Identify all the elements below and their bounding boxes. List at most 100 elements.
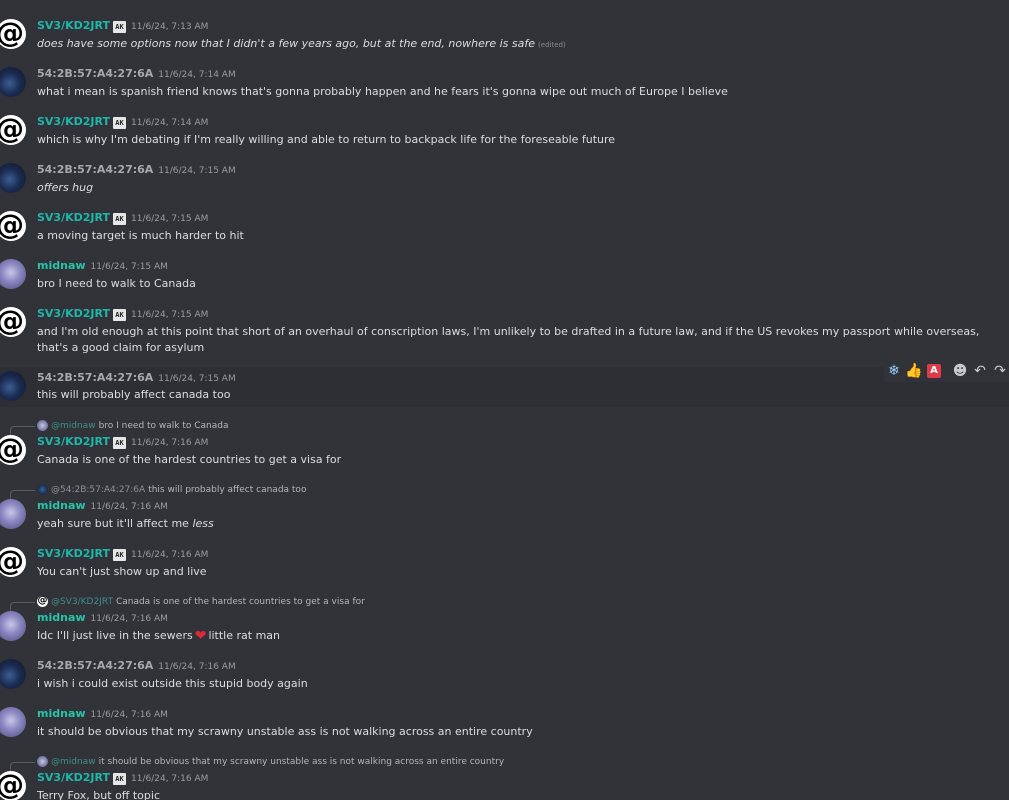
author-name[interactable]: midnaw <box>37 707 86 720</box>
avatar[interactable]: @ <box>0 771 26 800</box>
message-header: midnaw 11/6/24, 7:16 AM <box>37 611 168 627</box>
message-content: Idc I'll just live in the sewers <box>37 629 193 642</box>
message-text: a moving target is much harder to hit <box>37 229 244 242</box>
avatar[interactable] <box>0 163 26 193</box>
message-text: does have some options now that I didn't… <box>37 36 1002 53</box>
message-content: does have some options now that I didn't… <box>37 37 536 50</box>
reply-text: bro I need to walk to Canada <box>98 421 229 431</box>
heart-emoji-icon[interactable]: ❤ <box>195 629 207 643</box>
author-name[interactable]: SV3/KD2JRT <box>37 547 110 560</box>
timestamp: 11/6/24, 7:16 AM <box>158 662 236 672</box>
author-name[interactable]: SV3/KD2JRT <box>37 19 110 32</box>
message-text: You can't just show up and live <box>37 565 207 578</box>
timestamp: 11/6/24, 7:14 AM <box>131 118 209 128</box>
timestamp: 11/6/24, 7:16 AM <box>90 502 168 512</box>
a-letter-label: A <box>927 364 941 378</box>
author-name[interactable]: midnaw <box>37 499 86 512</box>
add-reaction-icon[interactable]: ☻ <box>950 361 970 381</box>
reply-content: @midnaw bro I need to walk to Canada <box>51 419 229 433</box>
reply-author[interactable]: @SV3/KD2JRT <box>51 597 113 607</box>
message: @ SV3/KD2JRT AK 11/6/24, 7:16 AM You can… <box>0 547 1009 587</box>
author-name[interactable]: SV3/KD2JRT <box>37 771 110 784</box>
reply-content: @54:2B:57:A4:27:6A this will probably aff… <box>51 483 306 497</box>
author-name[interactable]: 54:2B:57:A4:27:6A <box>37 659 153 672</box>
author-name[interactable]: SV3/KD2JRT <box>37 307 110 320</box>
author-name[interactable]: 54:2B:57:A4:27:6A <box>37 371 153 384</box>
thumbs-up-reaction-icon[interactable]: 👍 <box>904 361 924 381</box>
reply-preview[interactable]: @54:2B:57:A4:27:6A this will probably aff… <box>0 483 1009 501</box>
user-badge: AK <box>113 437 126 449</box>
author-name[interactable]: SV3/KD2JRT <box>37 115 110 128</box>
user-badge: AK <box>113 773 126 785</box>
author-name[interactable]: midnaw <box>37 611 86 624</box>
reply-author[interactable]: @midnaw <box>51 421 96 431</box>
message: @ SV3/KD2JRT AK 11/6/24, 7:16 AM Terry F… <box>0 771 1009 800</box>
message-header: SV3/KD2JRT AK 11/6/24, 7:16 AM <box>37 547 208 563</box>
message-header: midnaw 11/6/24, 7:15 AM <box>37 259 168 275</box>
author-name[interactable]: 54:2B:57:A4:27:6A <box>37 67 153 80</box>
avatar[interactable]: @ <box>0 435 26 465</box>
at-sign-icon: @ <box>0 771 24 799</box>
reply-preview[interactable]: @ @SV3/KD2JRT Canada is one of the hardes… <box>0 595 1009 613</box>
timestamp: 11/6/24, 7:15 AM <box>158 166 236 176</box>
timestamp: 11/6/24, 7:16 AM <box>90 710 168 720</box>
reply-icon[interactable]: ↶ <box>970 361 990 381</box>
message-header: 54:2B:57:A4:27:6A 11/6/24, 7:14 AM <box>37 67 236 83</box>
avatar[interactable] <box>0 659 26 689</box>
timestamp: 11/6/24, 7:16 AM <box>90 614 168 624</box>
message: 54:2B:57:A4:27:6A 11/6/24, 7:16 AM i wis… <box>0 659 1009 699</box>
a-letter-reaction-icon[interactable]: A <box>924 361 944 381</box>
message-text: Idc I'll just live in the sewers ❤ little … <box>37 628 1002 644</box>
avatar[interactable] <box>0 259 26 289</box>
reply-author[interactable]: @midnaw <box>51 757 96 767</box>
avatar[interactable] <box>0 707 26 737</box>
message-header: SV3/KD2JRT AK 11/6/24, 7:14 AM <box>37 115 208 131</box>
avatar[interactable] <box>0 499 26 529</box>
avatar[interactable]: @ <box>0 115 26 145</box>
timestamp: 11/6/24, 7:16 AM <box>131 438 209 448</box>
reply-avatar <box>37 420 48 431</box>
message-header: SV3/KD2JRT AK 11/6/24, 7:15 AM <box>37 307 208 323</box>
reply-avatar: @ <box>37 595 48 607</box>
message-text: and I'm old enough at this point that sh… <box>37 325 980 354</box>
avatar[interactable] <box>0 67 26 97</box>
author-name[interactable]: 54:2B:57:A4:27:6A <box>37 163 153 176</box>
avatar[interactable]: @ <box>0 19 26 49</box>
message-header: SV3/KD2JRT AK 11/6/24, 7:15 AM <box>37 211 208 227</box>
user-badge: AK <box>113 549 126 561</box>
timestamp: 11/6/24, 7:16 AM <box>131 550 209 560</box>
avatar[interactable]: @ <box>0 547 26 577</box>
snowflake-reaction-icon[interactable]: ❄ <box>884 361 904 381</box>
author-name[interactable]: SV3/KD2JRT <box>37 211 110 224</box>
message-content-after: little rat man <box>208 629 280 642</box>
message: @ SV3/KD2JRT AK 11/6/24, 7:15 AM a movin… <box>0 211 1009 251</box>
reply-text: this will probably affect canada too <box>148 485 307 495</box>
at-sign-icon: @ <box>0 19 24 47</box>
timestamp: 11/6/24, 7:15 AM <box>90 262 168 272</box>
at-sign-icon: @ <box>0 435 24 463</box>
message: midnaw 11/6/24, 7:16 AM it should be obv… <box>0 707 1009 747</box>
reply-preview[interactable]: @midnaw it should be obvious that my scra… <box>0 755 1009 773</box>
reply-avatar <box>37 756 48 767</box>
message-text: which is why I'm debating if I'm really … <box>37 133 616 146</box>
message-header: 54:2B:57:A4:27:6A 11/6/24, 7:15 AM <box>37 371 236 387</box>
author-name[interactable]: SV3/KD2JRT <box>37 435 110 448</box>
avatar[interactable] <box>0 371 26 401</box>
reply-preview[interactable]: @midnaw bro I need to walk to Canada <box>0 419 1009 437</box>
reply-text: it should be obvious that my scrawny uns… <box>98 757 505 767</box>
avatar[interactable] <box>0 611 26 641</box>
reply-avatar <box>37 484 48 495</box>
message-header: SV3/KD2JRT AK 11/6/24, 7:16 AM <box>37 435 208 451</box>
user-badge: AK <box>113 117 126 129</box>
chat-message-list: @ SV3/KD2JRT AK 11/6/24, 7:13 AM does ha… <box>0 0 1009 800</box>
avatar[interactable]: @ <box>0 211 26 241</box>
message-text: bro I need to walk to Canada <box>37 277 196 290</box>
reply-author[interactable]: @54:2B:57:A4:27:6A <box>51 485 145 495</box>
message: @ SV3/KD2JRT AK 11/6/24, 7:13 AM does ha… <box>0 19 1009 59</box>
author-name[interactable]: midnaw <box>37 259 86 272</box>
at-sign-icon: @ <box>0 547 24 575</box>
message-text: Canada is one of the hardest countries t… <box>37 453 342 466</box>
forward-icon[interactable]: ↷ <box>990 361 1009 381</box>
avatar[interactable]: @ <box>0 307 26 337</box>
message: midnaw 11/6/24, 7:15 AM bro I need to wa… <box>0 259 1009 299</box>
